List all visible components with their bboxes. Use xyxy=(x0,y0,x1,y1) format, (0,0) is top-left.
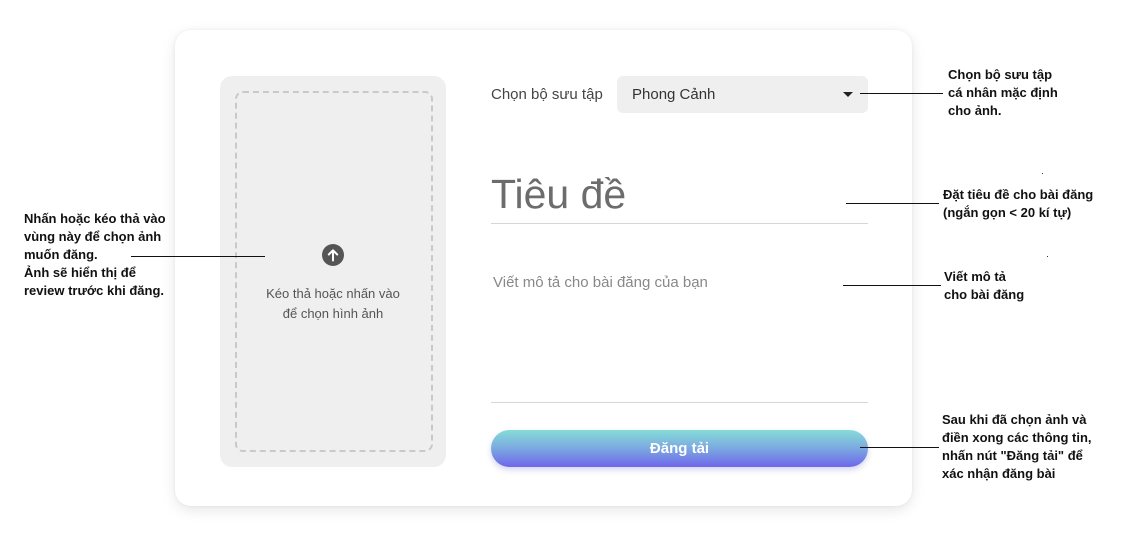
annotation-line: Chọn bộ sưu tập xyxy=(948,67,1053,82)
annotation-line: nhấn nút "Đăng tải" để xyxy=(942,448,1083,463)
collection-selected-value: Phong Cảnh xyxy=(632,86,716,103)
annotation-leader-title xyxy=(846,203,939,204)
submit-button[interactable]: Đăng tải xyxy=(491,430,868,467)
annotation-line: cho bài đăng xyxy=(944,287,1025,302)
annotation-line: cho ảnh. xyxy=(948,103,1002,118)
annotation-line: cá nhân mặc định xyxy=(948,85,1058,100)
description-input[interactable] xyxy=(491,270,868,403)
stage: Kéo thả hoặc nhấn vào để chọn hình ảnh C… xyxy=(0,0,1129,540)
dropzone-dashed-border xyxy=(235,91,433,452)
annotation-collection: Chọn bộ sưu tập cá nhân mặc định cho ảnh… xyxy=(948,66,1058,120)
annotation-line: điền xong các thông tin, xyxy=(942,430,1092,445)
image-dropzone[interactable]: Kéo thả hoặc nhấn vào để chọn hình ảnh xyxy=(220,76,446,467)
title-input[interactable] xyxy=(491,165,868,224)
annotation-leader-submit xyxy=(860,447,939,448)
dropzone-hint-line2: để chọn hình ảnh xyxy=(282,306,384,321)
annotation-line: Viết mô tả xyxy=(944,269,1006,284)
stray-dot xyxy=(1047,256,1048,257)
annotation-leader-upload xyxy=(131,256,265,257)
collection-label: Chọn bộ sưu tập xyxy=(491,86,603,103)
annotation-line: vùng này để chọn ảnh xyxy=(24,229,162,244)
arrow-up-circle-icon xyxy=(322,244,344,266)
annotation-line: xác nhận đăng bài xyxy=(942,466,1056,481)
dropzone-hint: Kéo thả hoặc nhấn vào để chọn hình ảnh xyxy=(220,284,446,324)
annotation-line: muốn đăng. xyxy=(24,247,98,262)
annotation-submit: Sau khi đã chọn ảnh và điền xong các thô… xyxy=(942,411,1092,483)
annotation-line: (ngắn gọn < 20 kí tự) xyxy=(943,205,1072,220)
annotation-line: review trước khi đăng. xyxy=(24,283,165,298)
annotation-line: Ảnh sẽ hiển thị để xyxy=(24,265,136,280)
annotation-title: Đặt tiêu đề cho bài đăng (ngắn gọn < 20 … xyxy=(943,186,1093,222)
annotation-line: Đặt tiêu đề cho bài đăng xyxy=(943,187,1094,202)
collection-select[interactable]: Phong Cảnh xyxy=(617,76,868,113)
annotation-leader-collection xyxy=(860,93,943,94)
dropzone-hint-line1: Kéo thả hoặc nhấn vào xyxy=(266,286,400,301)
annotation-line: Nhấn hoặc kéo thả vào xyxy=(24,211,166,226)
annotation-line: Sau khi đã chọn ảnh và xyxy=(942,412,1087,427)
stray-dot xyxy=(1042,173,1043,174)
caret-down-icon xyxy=(843,92,853,97)
annotation-description: Viết mô tả cho bài đăng xyxy=(944,268,1024,304)
upload-card: Kéo thả hoặc nhấn vào để chọn hình ảnh C… xyxy=(175,30,912,506)
annotation-upload: Nhấn hoặc kéo thả vào vùng này để chọn ả… xyxy=(24,210,166,300)
annotation-leader-description xyxy=(843,285,941,286)
